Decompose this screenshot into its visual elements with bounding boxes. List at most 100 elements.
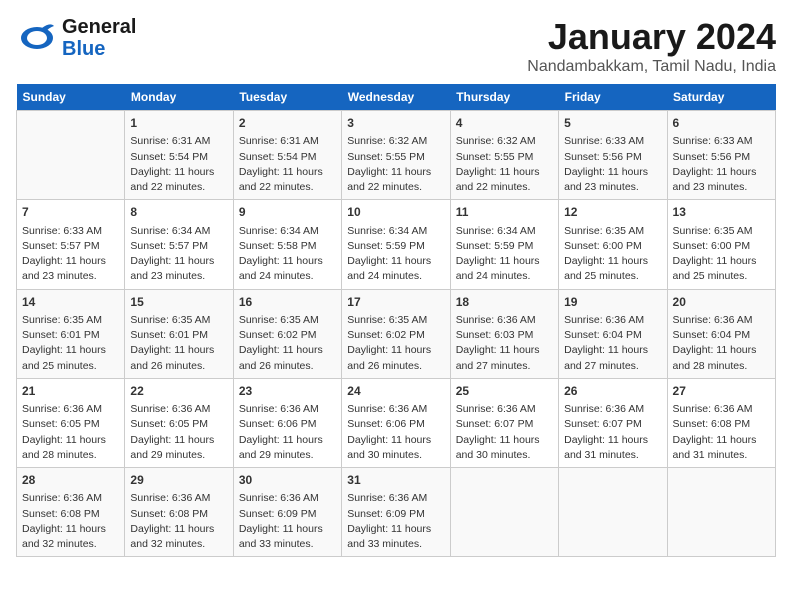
day-info-line: Sunset: 5:59 PM	[347, 239, 444, 254]
day-info-line: Sunset: 6:09 PM	[239, 507, 336, 522]
day-info-line: Sunset: 6:08 PM	[673, 417, 770, 432]
day-cell: 13Sunrise: 6:35 AMSunset: 6:00 PMDayligh…	[667, 200, 775, 289]
day-number: 31	[347, 472, 444, 489]
day-info-line: Daylight: 11 hours	[130, 433, 227, 448]
logo-bird-icon	[16, 20, 58, 52]
day-info-line: and 30 minutes.	[347, 448, 444, 463]
day-info-line: and 32 minutes.	[22, 537, 119, 552]
day-info-line: Sunrise: 6:36 AM	[130, 491, 227, 506]
day-cell: 8Sunrise: 6:34 AMSunset: 5:57 PMDaylight…	[125, 200, 233, 289]
day-info-line: and 25 minutes.	[673, 269, 770, 284]
day-info-line: Sunrise: 6:36 AM	[673, 402, 770, 417]
day-info-line: and 27 minutes.	[564, 359, 661, 374]
day-info-line: Sunset: 5:54 PM	[130, 150, 227, 165]
day-info-line: and 32 minutes.	[130, 537, 227, 552]
day-cell: 5Sunrise: 6:33 AMSunset: 5:56 PMDaylight…	[559, 111, 667, 200]
day-info-line: Sunrise: 6:33 AM	[564, 134, 661, 149]
day-cell: 1Sunrise: 6:31 AMSunset: 5:54 PMDaylight…	[125, 111, 233, 200]
day-info-line: Sunrise: 6:36 AM	[22, 402, 119, 417]
day-info-line: Daylight: 11 hours	[673, 165, 770, 180]
day-number: 12	[564, 204, 661, 221]
day-number: 13	[673, 204, 770, 221]
day-info-line: Sunrise: 6:36 AM	[347, 491, 444, 506]
day-info-line: Sunrise: 6:31 AM	[239, 134, 336, 149]
day-info-line: and 31 minutes.	[564, 448, 661, 463]
col-header-monday: Monday	[125, 84, 233, 111]
day-info-line: and 24 minutes.	[347, 269, 444, 284]
day-info-line: Daylight: 11 hours	[673, 254, 770, 269]
day-info-line: Daylight: 11 hours	[347, 165, 444, 180]
day-info-line: and 23 minutes.	[130, 269, 227, 284]
day-info-line: and 24 minutes.	[239, 269, 336, 284]
day-number: 8	[130, 204, 227, 221]
day-info-line: and 26 minutes.	[130, 359, 227, 374]
day-info-line: Sunrise: 6:34 AM	[347, 224, 444, 239]
day-number: 20	[673, 294, 770, 311]
day-info-line: Sunrise: 6:31 AM	[130, 134, 227, 149]
day-info-line: Daylight: 11 hours	[22, 343, 119, 358]
day-info-line: Sunrise: 6:35 AM	[130, 313, 227, 328]
week-row-3: 14Sunrise: 6:35 AMSunset: 6:01 PMDayligh…	[17, 289, 776, 378]
day-info-line: and 23 minutes.	[673, 180, 770, 195]
day-info-line: Sunrise: 6:36 AM	[564, 402, 661, 417]
calendar-table: SundayMondayTuesdayWednesdayThursdayFrid…	[16, 84, 776, 557]
day-info-line: Sunrise: 6:36 AM	[564, 313, 661, 328]
title-block: January 2024 Nandambakkam, Tamil Nadu, I…	[527, 16, 776, 76]
day-info-line: Sunset: 5:57 PM	[130, 239, 227, 254]
day-info-line: Sunset: 6:09 PM	[347, 507, 444, 522]
day-info-line: Sunset: 5:58 PM	[239, 239, 336, 254]
day-info-line: Sunrise: 6:36 AM	[456, 402, 553, 417]
day-info-line: and 22 minutes.	[130, 180, 227, 195]
day-cell: 4Sunrise: 6:32 AMSunset: 5:55 PMDaylight…	[450, 111, 558, 200]
day-info-line: and 26 minutes.	[239, 359, 336, 374]
day-info-line: Sunset: 5:55 PM	[347, 150, 444, 165]
day-cell	[17, 111, 125, 200]
day-cell: 12Sunrise: 6:35 AMSunset: 6:00 PMDayligh…	[559, 200, 667, 289]
day-cell: 9Sunrise: 6:34 AMSunset: 5:58 PMDaylight…	[233, 200, 341, 289]
day-info-line: and 28 minutes.	[22, 448, 119, 463]
day-info-line: Sunset: 6:07 PM	[564, 417, 661, 432]
day-info-line: and 29 minutes.	[239, 448, 336, 463]
day-info-line: Sunrise: 6:33 AM	[22, 224, 119, 239]
day-cell: 7Sunrise: 6:33 AMSunset: 5:57 PMDaylight…	[17, 200, 125, 289]
day-info-line: Sunset: 6:03 PM	[456, 328, 553, 343]
day-info-line: Daylight: 11 hours	[239, 433, 336, 448]
day-cell: 18Sunrise: 6:36 AMSunset: 6:03 PMDayligh…	[450, 289, 558, 378]
day-number: 17	[347, 294, 444, 311]
day-cell: 29Sunrise: 6:36 AMSunset: 6:08 PMDayligh…	[125, 468, 233, 557]
logo: General Blue	[16, 16, 136, 60]
day-info-line: and 24 minutes.	[456, 269, 553, 284]
day-info-line: Daylight: 11 hours	[347, 254, 444, 269]
day-number: 11	[456, 204, 553, 221]
day-cell: 17Sunrise: 6:35 AMSunset: 6:02 PMDayligh…	[342, 289, 450, 378]
week-row-5: 28Sunrise: 6:36 AMSunset: 6:08 PMDayligh…	[17, 468, 776, 557]
day-cell: 15Sunrise: 6:35 AMSunset: 6:01 PMDayligh…	[125, 289, 233, 378]
day-cell: 16Sunrise: 6:35 AMSunset: 6:02 PMDayligh…	[233, 289, 341, 378]
day-info-line: Sunrise: 6:33 AM	[673, 134, 770, 149]
day-info-line: Daylight: 11 hours	[22, 522, 119, 537]
day-number: 22	[130, 383, 227, 400]
day-number: 14	[22, 294, 119, 311]
day-info-line: Sunrise: 6:36 AM	[239, 491, 336, 506]
day-number: 10	[347, 204, 444, 221]
day-cell: 11Sunrise: 6:34 AMSunset: 5:59 PMDayligh…	[450, 200, 558, 289]
week-row-4: 21Sunrise: 6:36 AMSunset: 6:05 PMDayligh…	[17, 378, 776, 467]
day-cell: 30Sunrise: 6:36 AMSunset: 6:09 PMDayligh…	[233, 468, 341, 557]
day-info-line: Sunset: 5:54 PM	[239, 150, 336, 165]
day-info-line: Daylight: 11 hours	[130, 165, 227, 180]
day-info-line: Daylight: 11 hours	[456, 254, 553, 269]
col-header-saturday: Saturday	[667, 84, 775, 111]
day-number: 23	[239, 383, 336, 400]
day-info-line: Daylight: 11 hours	[673, 433, 770, 448]
day-info-line: Sunrise: 6:32 AM	[456, 134, 553, 149]
day-info-line: Sunrise: 6:36 AM	[130, 402, 227, 417]
day-info-line: and 22 minutes.	[347, 180, 444, 195]
day-info-line: Sunset: 6:02 PM	[347, 328, 444, 343]
day-info-line: Sunset: 5:56 PM	[564, 150, 661, 165]
day-cell	[667, 468, 775, 557]
day-info-line: Sunset: 6:08 PM	[130, 507, 227, 522]
day-info-line: Sunrise: 6:34 AM	[239, 224, 336, 239]
week-row-2: 7Sunrise: 6:33 AMSunset: 5:57 PMDaylight…	[17, 200, 776, 289]
month-title: January 2024	[527, 16, 776, 58]
day-info-line: Daylight: 11 hours	[564, 254, 661, 269]
